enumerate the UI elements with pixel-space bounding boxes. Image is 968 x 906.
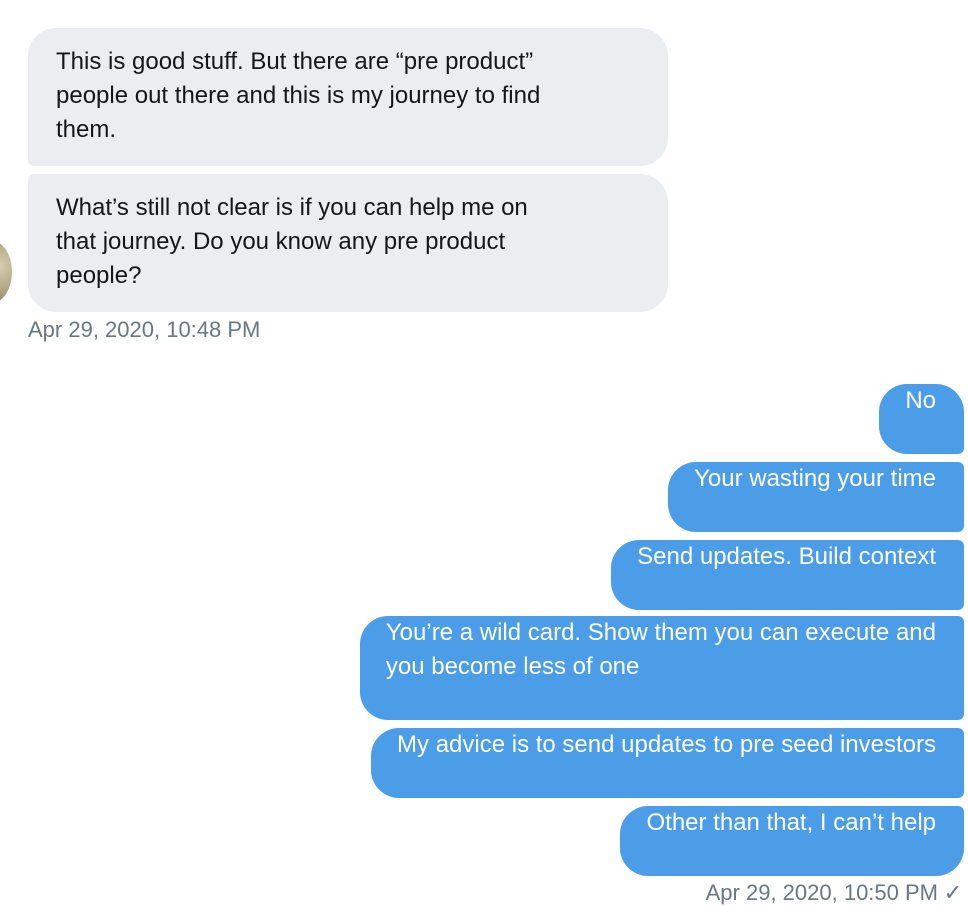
message-line: Other than that, I can’t help xyxy=(646,809,936,836)
outgoing-timestamp: Apr 29, 2020, 10:50 PM xyxy=(705,880,938,905)
message-line: them. xyxy=(56,116,117,143)
outgoing-message: Your wasting your time xyxy=(668,462,964,532)
message-line: people? xyxy=(56,262,142,289)
message-line: No xyxy=(905,387,936,414)
outgoing-message: No xyxy=(879,384,964,454)
message-line: that journey. Do you know any pre produc… xyxy=(56,228,506,255)
message-line: Your wasting your time xyxy=(694,465,936,492)
message-line: You’re a wild card. Show them you can ex… xyxy=(385,619,936,646)
message-line: This is good stuff. But there are “pre p… xyxy=(56,48,534,75)
sender-avatar[interactable] xyxy=(0,240,12,304)
outgoing-message: Other than that, I can’t help xyxy=(620,806,964,876)
message-line: people out there and this is my journey … xyxy=(56,82,541,109)
outgoing-message: My advice is to send updates to pre seed… xyxy=(371,728,964,798)
incoming-message: What’s still not clear is if you can hel… xyxy=(28,174,668,312)
incoming-message: This is good stuff. But there are “pre p… xyxy=(28,28,668,166)
message-line: My advice is to send updates to pre seed… xyxy=(397,731,936,758)
incoming-timestamp: Apr 29, 2020, 10:48 PM xyxy=(28,317,261,342)
check-icon: ✓ xyxy=(943,880,962,905)
message-line: Send updates. Build context xyxy=(637,543,936,570)
message-line: What’s still not clear is if you can hel… xyxy=(56,194,528,221)
outgoing-message: Send updates. Build context xyxy=(611,540,964,610)
outgoing-message: You’re a wild card. Show them you can ex… xyxy=(359,616,964,720)
message-line: you become less of one xyxy=(385,653,640,680)
